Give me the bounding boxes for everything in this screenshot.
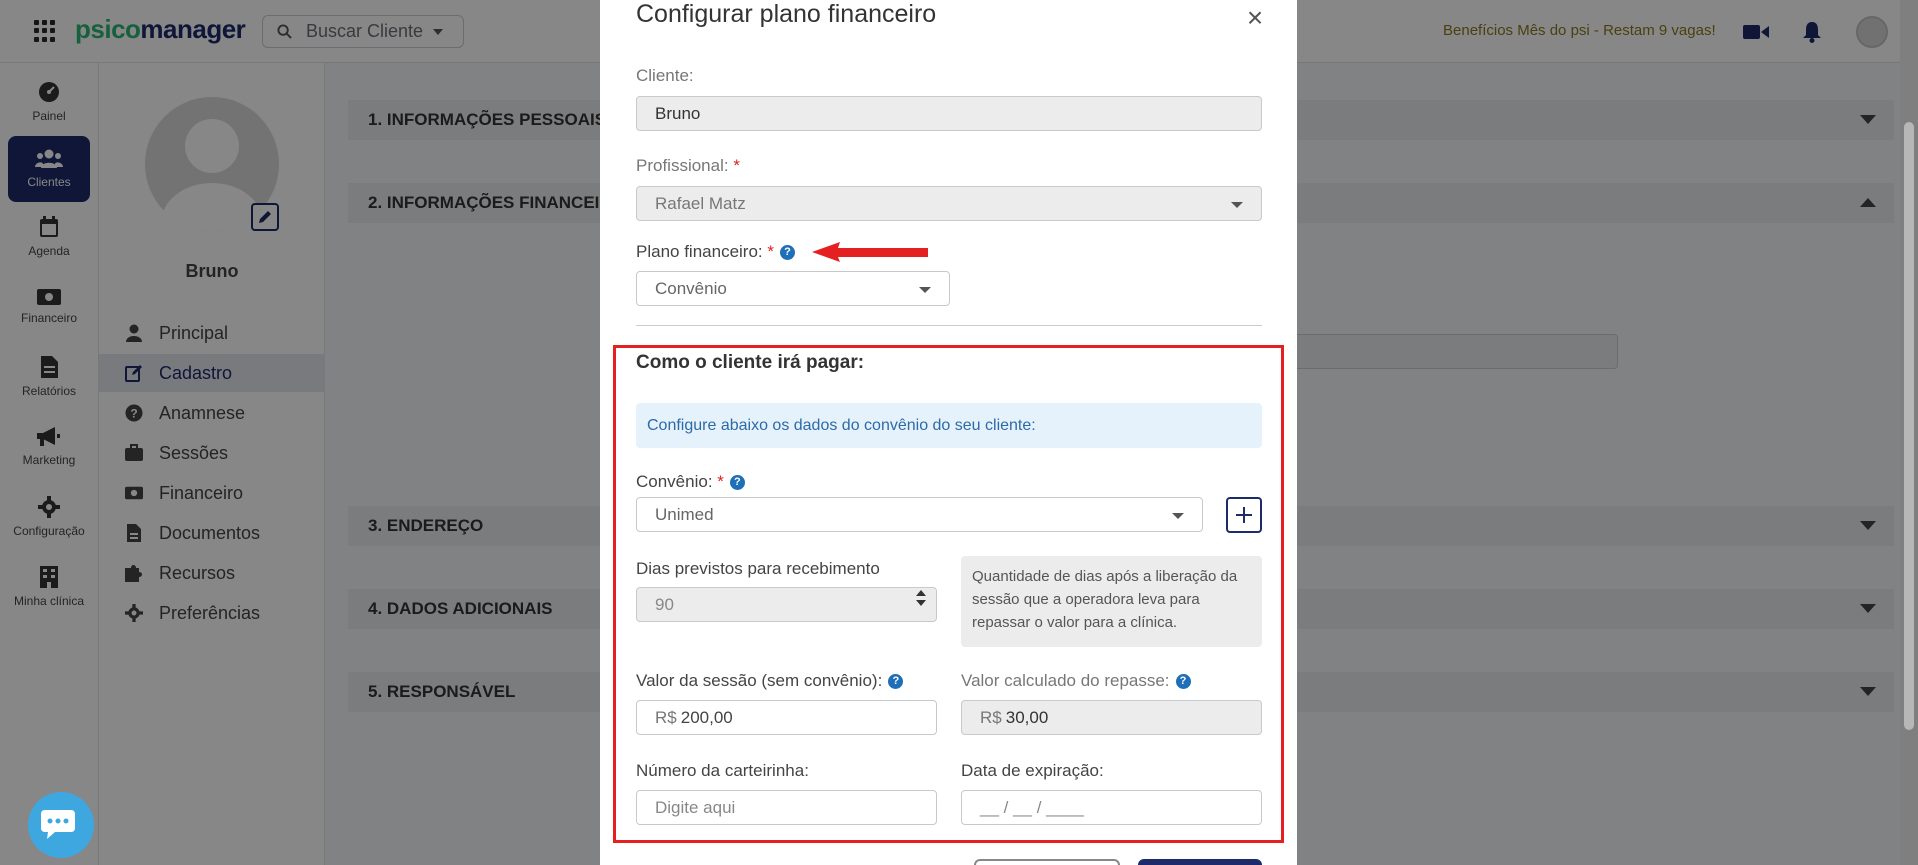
cliente-field: Bruno [636, 96, 1262, 131]
chevron-down-icon [919, 287, 931, 293]
cancel-button[interactable] [974, 859, 1120, 865]
chat-icon [41, 810, 75, 839]
close-icon[interactable]: × [1240, 2, 1270, 34]
profissional-select: Rafael Matz [636, 186, 1262, 221]
red-arrow-annotation [812, 242, 928, 262]
help-icon[interactable]: ? [780, 245, 795, 261]
chevron-down-icon [1231, 202, 1243, 208]
plano-label: Plano financeiro: *? [636, 242, 795, 262]
highlight-box [613, 345, 1284, 843]
modal-title: Configurar plano financeiro [636, 0, 937, 28]
divider [636, 325, 1262, 326]
scrollbar-thumb[interactable] [1904, 122, 1914, 730]
save-button[interactable] [1138, 859, 1262, 865]
plano-financeiro-select[interactable]: Convênio [636, 271, 950, 306]
cliente-label: Cliente: [636, 66, 694, 85]
profissional-label: Profissional: * [636, 156, 740, 175]
chat-button[interactable] [28, 792, 94, 858]
